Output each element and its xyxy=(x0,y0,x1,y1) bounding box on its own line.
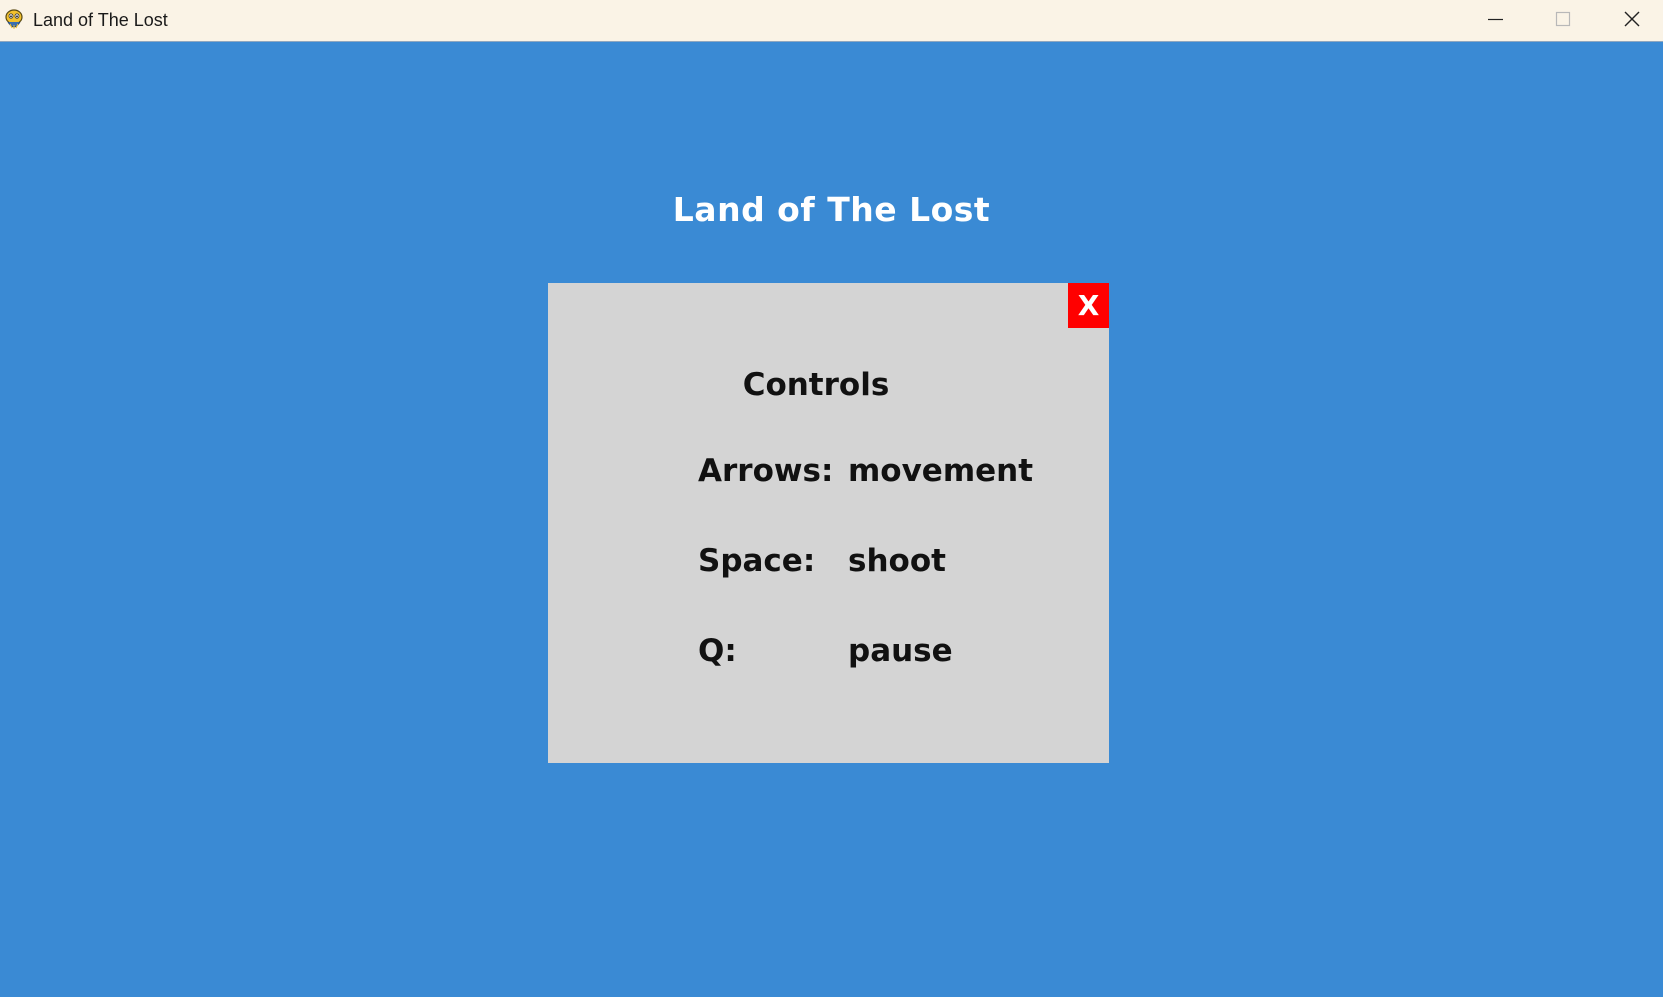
window-titlebar: Land of The Lost xyxy=(0,0,1663,42)
minimize-icon xyxy=(1488,18,1503,21)
minimize-button[interactable] xyxy=(1461,0,1529,40)
controls-panel: X Controls Arrows: movement Space: shoot… xyxy=(548,283,1109,763)
control-action: pause xyxy=(848,633,953,669)
close-icon xyxy=(1624,11,1640,27)
maximize-icon xyxy=(1555,11,1571,27)
close-panel-button[interactable]: X xyxy=(1068,283,1109,328)
game-canvas[interactable]: Land of The Lost X Controls Arrows: move… xyxy=(0,42,1663,997)
control-key: Q: xyxy=(698,633,737,669)
control-row-arrows: Arrows: movement xyxy=(698,453,1098,493)
window-title: Land of The Lost xyxy=(33,10,168,30)
pygame-snake-icon xyxy=(3,8,25,32)
control-action: movement xyxy=(848,453,1034,489)
control-key: Space: xyxy=(698,543,816,579)
maximize-button[interactable] xyxy=(1529,0,1597,40)
control-key: Arrows: xyxy=(698,453,834,489)
control-row-space: Space: shoot xyxy=(698,543,1098,583)
control-action: shoot xyxy=(848,543,946,579)
control-row-q: Q: pause xyxy=(698,633,1098,673)
panel-heading: Controls xyxy=(742,367,890,403)
game-title: Land of The Lost xyxy=(672,190,991,229)
close-window-button[interactable] xyxy=(1597,0,1663,40)
